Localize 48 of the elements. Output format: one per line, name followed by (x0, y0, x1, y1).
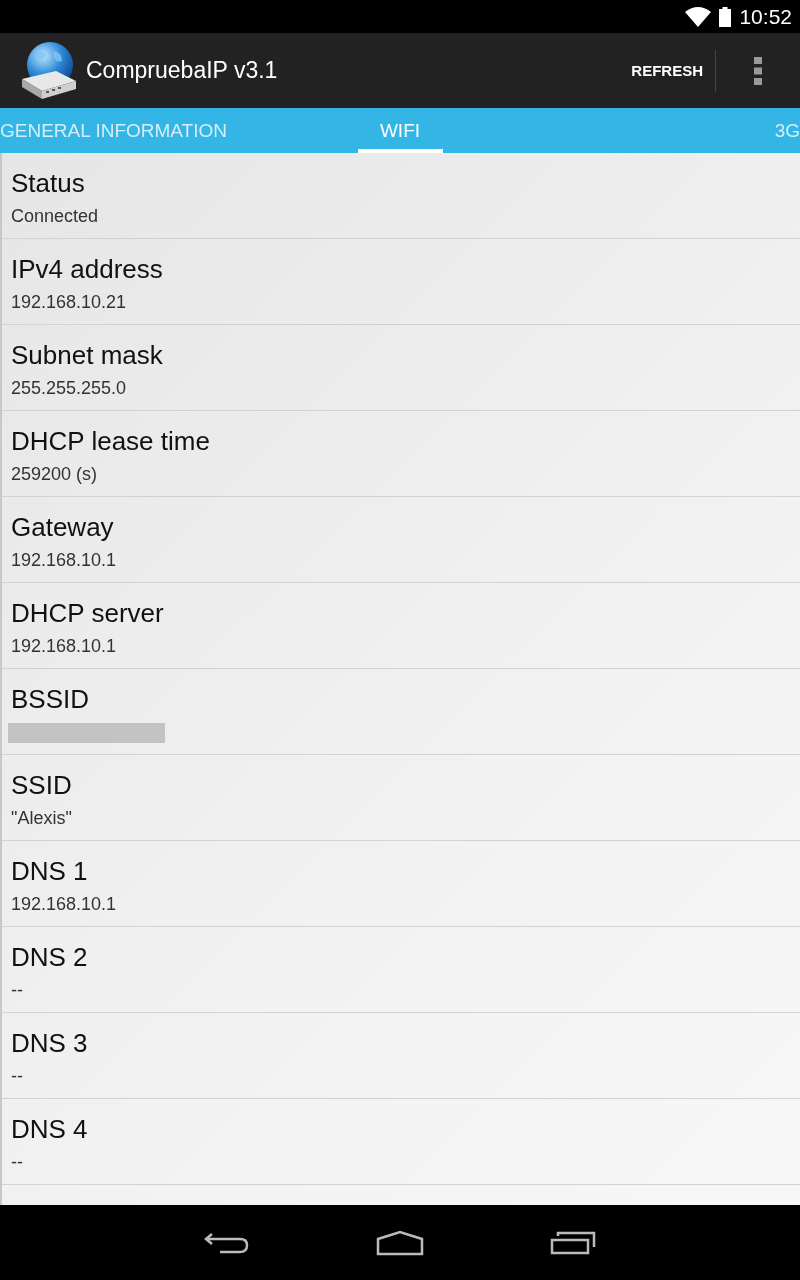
wifi-icon (685, 6, 712, 27)
item-value: 192.168.10.1 (11, 549, 117, 572)
item-value: 259200 (s) (11, 463, 98, 486)
home-icon (376, 1229, 424, 1256)
list-item[interactable]: Subnet mask 255.255.255.0 (2, 325, 800, 411)
item-value: 192.168.10.21 (11, 291, 127, 314)
battery-icon (719, 6, 732, 27)
list-item[interactable]: DNS 1 192.168.10.1 (2, 841, 800, 927)
item-label: DHCP lease time (11, 425, 210, 458)
app-title: CompruebaIP v3.1 (86, 57, 279, 84)
item-label: Gateway (11, 511, 114, 544)
list-item[interactable]: BSSID (2, 669, 800, 755)
item-label: SSID (11, 769, 72, 802)
list-item[interactable]: IPv4 address 192.168.10.21 (2, 239, 800, 325)
list-item[interactable]: DHCP server 192.168.10.1 (2, 583, 800, 669)
list-item[interactable]: DNS 3 -- (2, 1013, 800, 1099)
item-label: DNS 1 (11, 855, 88, 888)
list-item[interactable]: Gateway 192.168.10.1 (2, 497, 800, 583)
recents-icon (550, 1230, 596, 1255)
item-label: DNS 4 (11, 1113, 88, 1146)
list-item[interactable]: SSID "Alexis" (2, 755, 800, 841)
item-label: BSSID (11, 683, 90, 716)
item-value: -- (11, 979, 23, 1002)
item-value: 192.168.10.1 (11, 893, 117, 916)
item-label: DNS 3 (11, 1027, 88, 1060)
item-value: "Alexis" (11, 807, 72, 830)
refresh-button[interactable]: REFRESH (621, 33, 713, 108)
back-button[interactable] (204, 1230, 250, 1255)
item-label: IPv4 address (11, 253, 163, 286)
item-value: -- (11, 1065, 23, 1088)
item-label: DHCP server (11, 597, 164, 630)
recent-apps-button[interactable] (550, 1230, 596, 1255)
list-item[interactable]: DHCP lease time 259200 (s) (2, 411, 800, 497)
item-label: DNS 2 (11, 941, 88, 974)
item-label: Subnet mask (11, 339, 163, 372)
list-item[interactable]: DNS 4 -- (2, 1099, 800, 1185)
item-value: Connected (11, 205, 99, 228)
item-value: 192.168.10.1 (11, 635, 117, 658)
back-icon (204, 1230, 250, 1255)
list-item[interactable]: Status Connected (2, 153, 800, 239)
clock-time: 10:52 (739, 6, 792, 27)
home-button[interactable] (376, 1229, 424, 1256)
item-label: Status (11, 167, 85, 200)
more-icon (754, 56, 762, 85)
item-value: 255.255.255.0 (11, 377, 127, 400)
list-item[interactable]: DNS 2 -- (2, 927, 800, 1013)
item-value: -- (11, 1151, 23, 1174)
globe-router-icon (20, 40, 78, 101)
